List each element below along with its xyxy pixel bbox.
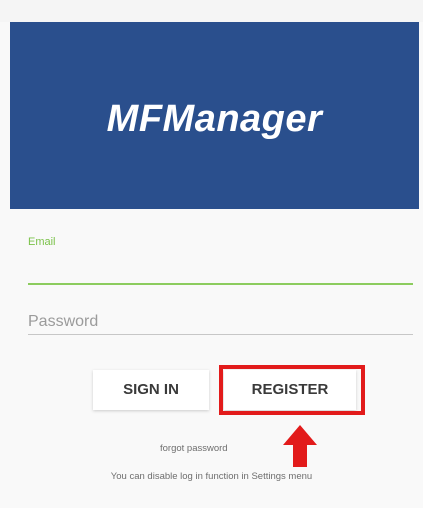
app-header: MFManager xyxy=(10,22,419,209)
email-input[interactable] xyxy=(28,270,413,290)
settings-note: You can disable log in function in Setti… xyxy=(110,471,313,482)
up-arrow-icon xyxy=(283,425,317,467)
email-underline xyxy=(28,283,413,285)
email-label: Email xyxy=(28,236,56,248)
status-bar xyxy=(0,0,423,22)
app-title: MFManager xyxy=(106,98,323,140)
password-input[interactable] xyxy=(28,310,413,335)
sign-in-button[interactable]: SIGN IN xyxy=(93,370,209,410)
forgot-password-link[interactable]: forgot password xyxy=(160,443,228,454)
login-screen: MFManager Email SIGN IN REGISTER forgot … xyxy=(0,0,423,508)
email-field[interactable]: Email xyxy=(28,236,413,290)
register-button[interactable]: REGISTER xyxy=(224,370,356,410)
